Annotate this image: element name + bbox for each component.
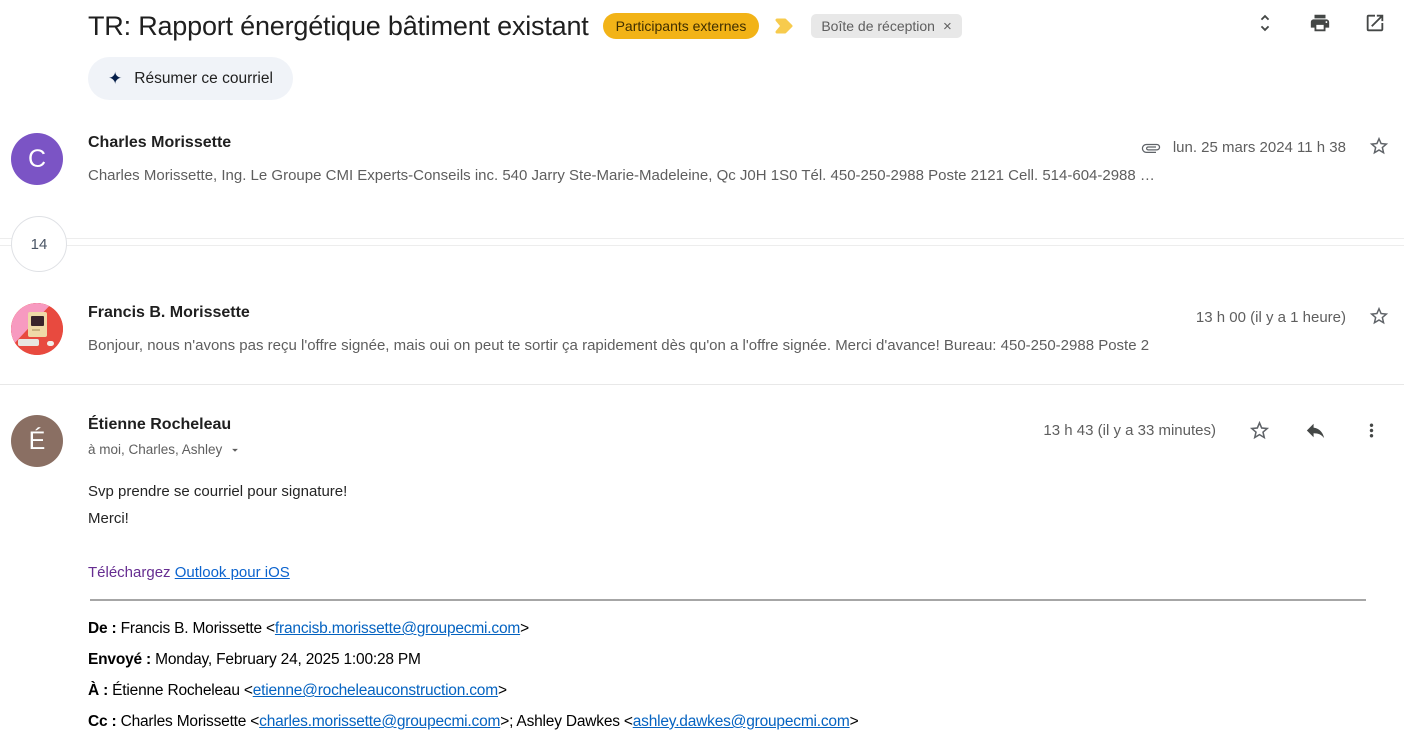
inbox-label-text: Boîte de réception [821, 18, 935, 34]
message-snippet: Charles Morissette, Ing. Le Groupe CMI E… [88, 167, 1390, 184]
message-date: lun. 25 mars 2024 11 h 38 [1173, 139, 1346, 156]
quoted-message-separator [90, 599, 1366, 601]
body-text-line: Merci! [88, 510, 129, 527]
message-meta: 13 h 43 (il y a 33 minutes) [1043, 417, 1384, 443]
quoted-sent-line: Envoyé : Monday, February 24, 2025 1:00:… [88, 651, 421, 669]
sender-name: Étienne Rocheleau [88, 416, 231, 434]
avatar[interactable]: C [11, 133, 63, 185]
message-meta: 13 h 00 (il y a 1 heure) [1196, 305, 1390, 330]
outlook-ios-link[interactable]: Outlook pour iOS [175, 564, 290, 581]
message-snippet: Bonjour, nous n'avons pas reçu l'offre s… [88, 337, 1390, 354]
avatar-letter: C [28, 145, 46, 174]
sender-name: Francis B. Morissette [88, 304, 250, 322]
summarize-label: Résumer ce courriel [134, 70, 273, 88]
download-prefix-text: Téléchargez [88, 564, 171, 581]
cc-email-link-2[interactable]: ashley.dawkes@groupecmi.com [633, 713, 850, 730]
from-label: De : [88, 620, 116, 637]
expand-all-icon[interactable] [1252, 10, 1278, 36]
show-details-dropdown-icon[interactable] [228, 443, 242, 457]
sent-value: Monday, February 24, 2025 1:00:28 PM [151, 651, 421, 668]
from-name: Francis B. Morissette < [116, 620, 274, 637]
collapsed-message-charles[interactable]: C Charles Morissette lun. 25 mars 2024 1… [0, 125, 1404, 203]
attachment-icon [1141, 138, 1161, 158]
collapsed-thread-line [0, 238, 1404, 239]
print-icon[interactable] [1307, 10, 1333, 36]
message-divider [0, 384, 1404, 385]
open-in-new-icon[interactable] [1362, 10, 1388, 36]
to-email-link[interactable]: etienne@rocheleauconstruction.com [253, 682, 498, 699]
expanded-message-header[interactable]: É Étienne Rocheleau à moi, Charles, Ashl… [0, 407, 1404, 477]
message-meta: lun. 25 mars 2024 11 h 38 [1141, 135, 1390, 160]
email-subject: TR: Rapport énergétique bâtiment existan… [88, 11, 589, 42]
to-label: À : [88, 682, 108, 699]
body-text-line: Svp prendre se courriel pour signature! [88, 483, 347, 500]
cc-name-1: Charles Morissette < [116, 713, 259, 730]
sender-name: Charles Morissette [88, 134, 231, 152]
recipients-text: à moi, Charles, Ashley [88, 442, 222, 457]
avatar-letter: É [29, 427, 46, 456]
star-icon[interactable] [1246, 417, 1272, 443]
message-date: 13 h 00 (il y a 1 heure) [1196, 309, 1346, 326]
more-options-icon[interactable] [1358, 417, 1384, 443]
cc-email-link-1[interactable]: charles.morissette@groupecmi.com [259, 713, 500, 730]
cc-name-2: >; Ashley Dawkes < [500, 713, 633, 730]
avatar[interactable]: É [11, 415, 63, 467]
star-icon[interactable] [1368, 135, 1390, 160]
star-icon[interactable] [1368, 305, 1390, 330]
summarize-email-button[interactable]: ✦ Résumer ce courriel [88, 57, 293, 100]
external-participants-badge: Participants externes [603, 13, 760, 39]
retro-computer-avatar-illustration [11, 303, 63, 355]
quoted-from-line: De : Francis B. Morissette <francisb.mor… [88, 620, 529, 638]
from-email-link[interactable]: francisb.morissette@groupecmi.com [275, 620, 520, 637]
collapsed-messages-count[interactable]: 14 [11, 216, 67, 272]
cc-label: Cc : [88, 713, 116, 730]
quoted-to-line: À : Étienne Rocheleau <etienne@rocheleau… [88, 682, 507, 700]
header-actions [1252, 10, 1388, 36]
message-date: 13 h 43 (il y a 33 minutes) [1043, 422, 1216, 439]
important-marker-icon [773, 14, 797, 38]
sparkle-icon: ✦ [108, 70, 122, 87]
email-thread-view: TR: Rapport énergétique bâtiment existan… [0, 0, 1404, 739]
reply-icon[interactable] [1302, 417, 1328, 443]
inbox-label[interactable]: Boîte de réception × [811, 14, 961, 38]
recipients-summary[interactable]: à moi, Charles, Ashley [88, 442, 242, 457]
subject-row: TR: Rapport énergétique bâtiment existan… [88, 4, 962, 48]
collapsed-message-francis[interactable]: Francis B. Morissette 13 h 00 (il y a 1 … [0, 295, 1404, 373]
sent-label: Envoyé : [88, 651, 151, 668]
avatar[interactable] [11, 303, 63, 355]
to-name: Étienne Rocheleau < [108, 682, 253, 699]
collapsed-thread-line [0, 245, 1404, 246]
label-close-icon[interactable]: × [943, 19, 952, 34]
download-outlook-line: Téléchargez Outlook pour iOS [88, 564, 290, 581]
quoted-cc-line: Cc : Charles Morissette <charles.morisse… [88, 713, 858, 731]
